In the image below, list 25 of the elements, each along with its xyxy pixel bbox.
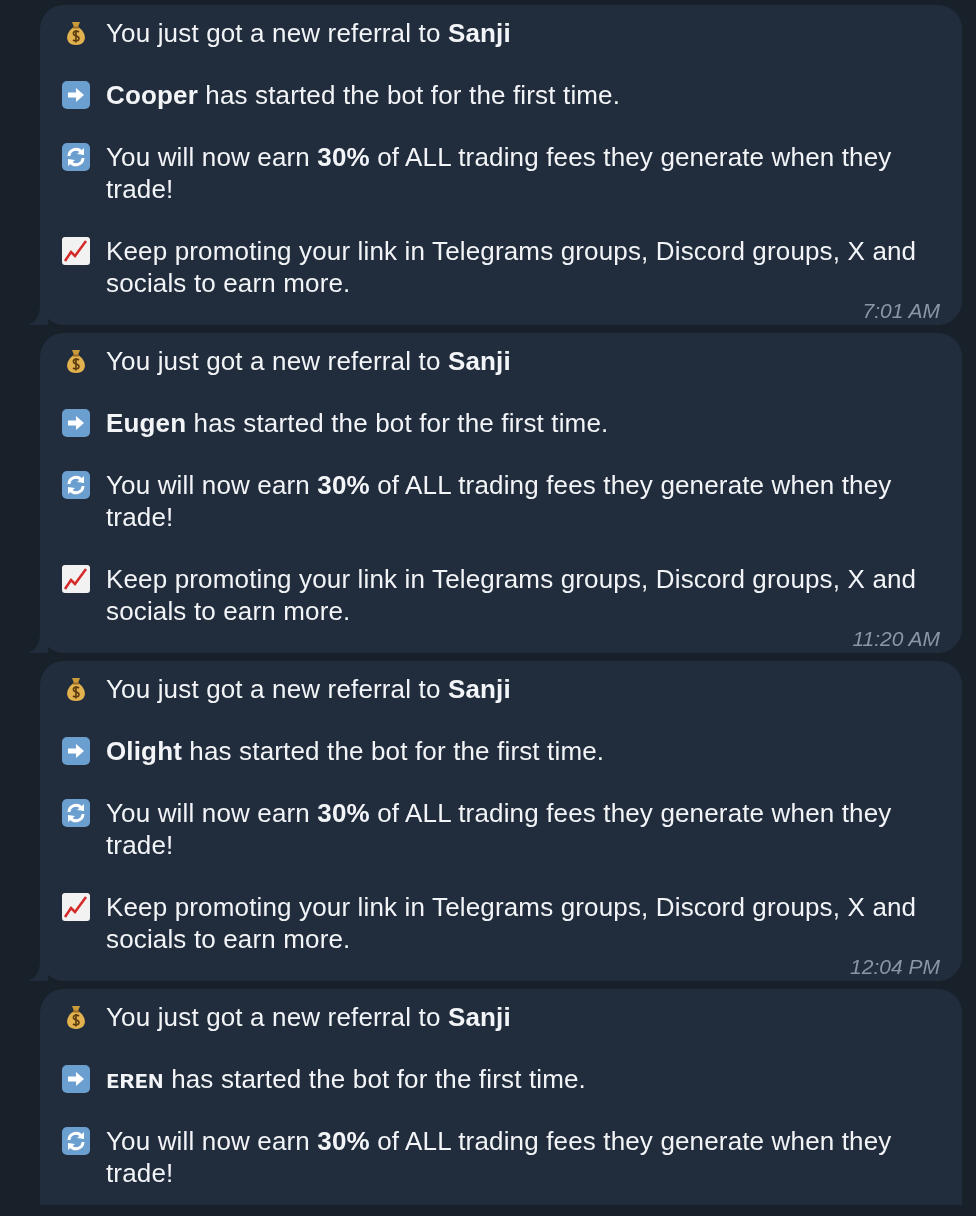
- message-text: You just got a new referral to Sanji: [106, 673, 511, 705]
- chart-icon: [61, 236, 91, 266]
- cycle-arrows-icon: [61, 142, 91, 172]
- message-text: You will now earn 30% of ALL trading fees they generate when they trade!: [106, 797, 893, 861]
- cycle-arrows-icon: [61, 470, 91, 500]
- message-text: Keep promoting your link in Telegrams groups, Discord groups, X and socials to earn more.: [106, 235, 918, 299]
- cycle-arrows-icon: [61, 798, 91, 828]
- message-time: 11:20 AM: [852, 627, 940, 651]
- message-text: Eugen has started the bot for the first time.: [106, 407, 609, 439]
- message-time: 12:04 PM: [850, 955, 940, 979]
- message-text: Olight has started the bot for the first time.: [106, 735, 605, 767]
- message-text: You just got a new referral to Sanji: [106, 345, 511, 377]
- message-text: You just got a new referral to Sanji: [106, 1001, 511, 1033]
- chart-icon: [61, 892, 91, 922]
- message-text: Keep promoting your link in Telegrams groups, Discord groups, X and socials to earn more.: [106, 891, 918, 955]
- message-text: You will now earn 30% of ALL trading fees they generate when they trade!: [106, 141, 893, 205]
- message-text: ᴇʀᴇɴ has started the bot for the first time.: [106, 1063, 586, 1095]
- message-time: 7:01 AM: [862, 299, 940, 323]
- message-text: Cooper has started the bot for the first time.: [106, 79, 621, 111]
- chart-icon: [61, 564, 91, 594]
- message-text: You just got a new referral to Sanji: [106, 17, 511, 49]
- cycle-arrows-icon: [61, 1126, 91, 1156]
- message-text: You will now earn 30% of ALL trading fees they generate when they trade!: [106, 1125, 893, 1189]
- message-text: You will now earn 30% of ALL trading fees they generate when they trade!: [106, 469, 893, 533]
- message-text: Keep promoting your link in Telegrams groups, Discord groups, X and socials to earn more.: [106, 563, 918, 627]
